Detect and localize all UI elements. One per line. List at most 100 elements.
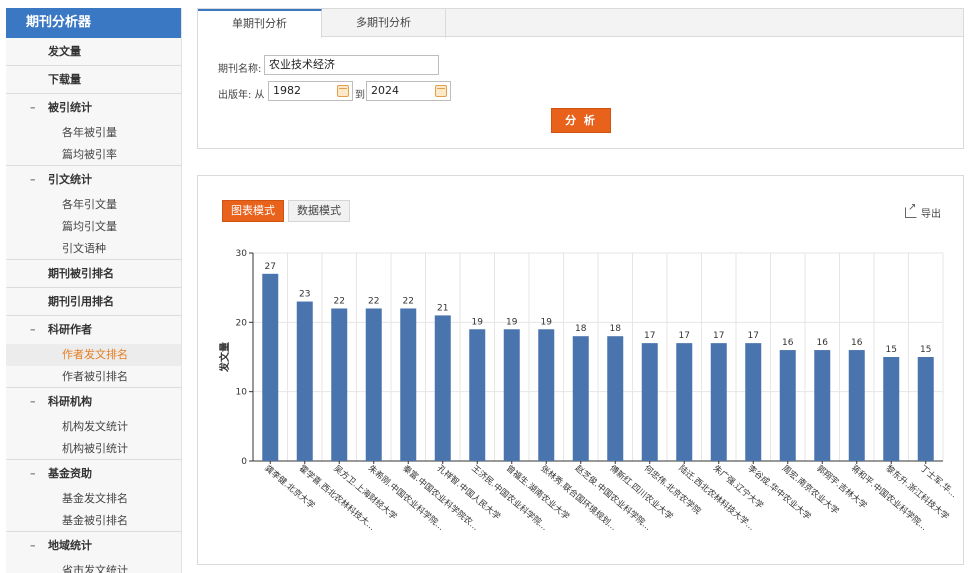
data-label: 15 [920,345,931,355]
bar-chart: 0102030发文量27龚李健.北京大学23霍学喜.西北农林科技大...22吴方… [218,249,959,533]
x-tick-label: 李谷成.华中农业大学 [745,463,813,523]
sidebar-item-label: 科研作者 [48,323,92,336]
x-tick-label: 孔祥智.中国人民大学 [435,463,503,523]
sidebar-item-6[interactable]: 各年引文量 [6,194,181,216]
sidebar-item-label: 地域统计 [48,539,92,552]
data-label: 17 [644,331,655,341]
analyze-button[interactable]: 分 析 [551,108,611,133]
collapse-icon[interactable]: – [30,166,36,194]
data-label: 22 [368,296,379,306]
bar [745,343,762,461]
sidebar-item-17[interactable]: – 基金资助 [6,460,181,488]
y-tick-label: 20 [236,318,248,328]
data-label: 18 [575,324,587,334]
sidebar-item-1[interactable]: 下载量 [6,66,181,94]
bar [503,329,520,461]
x-tick-label: 吴方卫.上海财经大学 [331,463,399,523]
sidebar-item-18[interactable]: 基金发文排名 [6,488,181,510]
journal-name-input[interactable]: 农业技术经济 [264,55,439,75]
sidebar-item-0[interactable]: 发文量 [6,38,181,66]
data-label: 19 [472,317,484,327]
pub-year-label: 出版年: 从 [218,90,265,101]
sidebar-item-4[interactable]: 篇均被引率 [6,144,181,166]
calendar-icon[interactable] [435,85,447,97]
sidebar-item-label: 基金资助 [48,467,92,480]
collapse-icon[interactable]: – [30,460,36,488]
bar [641,343,658,461]
sidebar-item-7[interactable]: 篇均引文量 [6,216,181,238]
x-tick-label: 傅新红.四川农业大学 [607,463,675,523]
sidebar-item-label: 基金发文排名 [62,492,128,505]
bar [779,350,796,461]
query-panel: 单期刊分析 多期刊分析 期刊名称: 农业技术经济 出版年: 从 1982 到 2… [197,8,964,149]
sidebar-item-9[interactable]: 期刊被引排名 [6,260,181,288]
data-label: 19 [506,317,518,327]
bar [469,329,486,461]
tab-single-journal[interactable]: 单期刊分析 [198,9,322,38]
sidebar-item-label: 作者被引排名 [62,370,128,383]
sidebar-item-12[interactable]: 作者发文排名 [6,344,181,366]
calendar-icon[interactable] [337,85,349,97]
tab-multi-journal[interactable]: 多期刊分析 [322,9,446,38]
sidebar-item-10[interactable]: 期刊引用排名 [6,288,181,316]
sidebar-title: 期刊分析器 [6,8,181,38]
sidebar-item-label: 引文统计 [48,173,92,186]
x-tick-label: 曾福生.湖南农业大学 [504,463,572,523]
year-from-input[interactable]: 1982 [268,81,353,101]
sidebar-item-15[interactable]: 机构发文统计 [6,416,181,438]
collapse-icon[interactable]: – [30,532,36,560]
bar [848,350,865,461]
sidebar-item-label: 引文语种 [62,242,106,255]
sidebar-item-label: 篇均引文量 [62,220,117,233]
sidebar-item-20[interactable]: – 地域统计 [6,532,181,560]
sidebar-item-label: 各年引文量 [62,198,117,211]
data-label: 18 [610,324,622,334]
data-label: 16 [851,338,863,348]
data-label: 17 [713,331,724,341]
sidebar-item-5[interactable]: – 引文统计 [6,166,181,194]
bar [365,308,382,461]
collapse-icon[interactable]: – [30,316,36,344]
collapse-icon[interactable]: – [30,388,36,416]
data-label: 22 [334,296,345,306]
chart-panel: 图表模式 数据模式 导出 0102030发文量27龚李健.北京大学23霍学喜.西… [197,175,964,565]
sidebar-item-3[interactable]: 各年被引量 [6,122,181,144]
bar [607,336,624,461]
bar [883,357,900,461]
x-tick-label: 黎东升.浙江科技大学 [883,463,951,523]
data-label: 17 [748,331,759,341]
bar [262,273,279,461]
bar [917,357,934,461]
sidebar-item-16[interactable]: 机构被引统计 [6,438,181,460]
sidebar-item-11[interactable]: – 科研作者 [6,316,181,344]
data-label: 23 [299,290,310,300]
sidebar-item-8[interactable]: 引文语种 [6,238,181,260]
sidebar-item-label: 期刊引用排名 [48,295,114,308]
x-tick-label: 周宏.南京农业大学 [780,463,842,517]
sidebar-item-label: 机构发文统计 [62,420,128,433]
sidebar-item-label: 期刊被引排名 [48,267,114,280]
bar [331,308,348,461]
sidebar-item-label: 篇均被引率 [62,148,117,161]
sidebar-item-label: 被引统计 [48,101,92,114]
year-to-input[interactable]: 2024 [366,81,451,101]
sidebar-item-label: 作者发文排名 [62,348,128,361]
sidebar-item-label: 基金被引排名 [62,514,128,527]
bar [538,329,555,461]
sidebar-item-13[interactable]: 作者被引排名 [6,366,181,388]
y-tick-label: 0 [241,457,247,467]
bar [434,315,451,461]
sidebar-item-2[interactable]: – 被引统计 [6,94,181,122]
data-label: 17 [679,331,690,341]
data-label: 22 [403,296,414,306]
y-axis-label: 发文量 [218,342,231,373]
collapse-icon[interactable]: – [30,94,36,122]
sidebar-item-label: 省市发文统计 [62,564,128,573]
y-tick-label: 30 [236,249,248,259]
data-label: 15 [886,345,897,355]
sidebar-item-14[interactable]: – 科研机构 [6,388,181,416]
sidebar-item-label: 科研机构 [48,395,92,408]
sidebar-item-19[interactable]: 基金被引排名 [6,510,181,532]
sidebar-item-21[interactable]: 省市发文统计 [6,560,181,573]
year-to-value: 2024 [371,84,399,97]
